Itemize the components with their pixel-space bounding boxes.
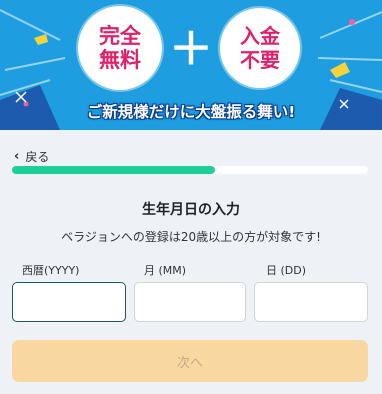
next-label: 次へ (176, 355, 203, 371)
month-input[interactable] (135, 283, 245, 321)
year-input[interactable] (13, 283, 125, 321)
page-title: 生年月日の入力 (142, 202, 240, 218)
chevron-left-icon: ‹ (14, 149, 20, 164)
progress-bar (12, 166, 368, 174)
plus-sign: ＋ (169, 24, 213, 75)
promo-banner: 完全 無料 ＋ 入金 不要 ご新規様だけに大盤振る舞い! (0, 0, 382, 130)
day-label: 日 (DD) (266, 264, 307, 277)
badge-no-deposit-line2: 不要 (240, 48, 280, 72)
day-input[interactable] (255, 283, 367, 321)
month-field[interactable] (134, 282, 246, 322)
badge-no-deposit-line1: 入金 (240, 24, 280, 48)
month-label: 月 (MM) (144, 264, 187, 277)
back-button[interactable]: ‹ 戻る (14, 148, 49, 165)
year-label: 西暦(YYYY) (22, 264, 80, 277)
badge-free-line2: 無料 (99, 48, 141, 72)
page: 完全 無料 ＋ 入金 不要 ご新規様だけに大盤振る舞い! ‹ 戻る 生年月日の入… (0, 0, 382, 394)
next-button[interactable]: 次へ (12, 340, 368, 382)
banner-tagline: ご新規様だけに大盤振る舞い! (86, 103, 296, 121)
badge-no-deposit: 入金 不要 (220, 8, 300, 88)
day-field[interactable] (254, 282, 368, 322)
age-requirement-text: ベラジョンへの登録は20歳以上の方が対象です! (61, 230, 321, 244)
back-label: 戻る (25, 150, 50, 164)
badge-free: 完全 無料 (78, 6, 162, 90)
progress-fill (12, 166, 215, 174)
badge-free-line1: 完全 (99, 24, 141, 48)
year-field[interactable] (12, 282, 126, 322)
